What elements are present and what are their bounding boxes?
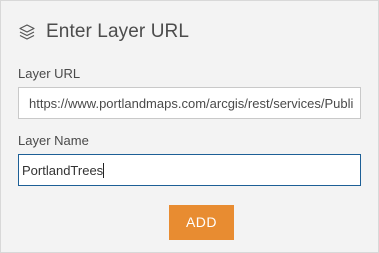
layer-url-label: Layer URL	[18, 66, 81, 81]
layer-name-label: Layer Name	[18, 133, 89, 148]
layers-icon	[18, 23, 36, 41]
layer-name-value: PortlandTrees	[22, 163, 104, 178]
panel-header: Enter Layer URL	[18, 20, 189, 44]
layer-url-input[interactable]: https://www.portlandmaps.com/arcgis/rest…	[18, 87, 361, 119]
panel-title: Enter Layer URL	[46, 21, 190, 42]
add-button[interactable]: ADD	[169, 205, 234, 240]
enter-layer-url-panel: Enter Layer URL Layer URL https://www.po…	[0, 0, 379, 253]
text-caret	[103, 163, 105, 178]
layer-url-value: https://www.portlandmaps.com/arcgis/rest…	[29, 96, 354, 111]
layer-name-input[interactable]: PortlandTrees	[18, 154, 361, 186]
